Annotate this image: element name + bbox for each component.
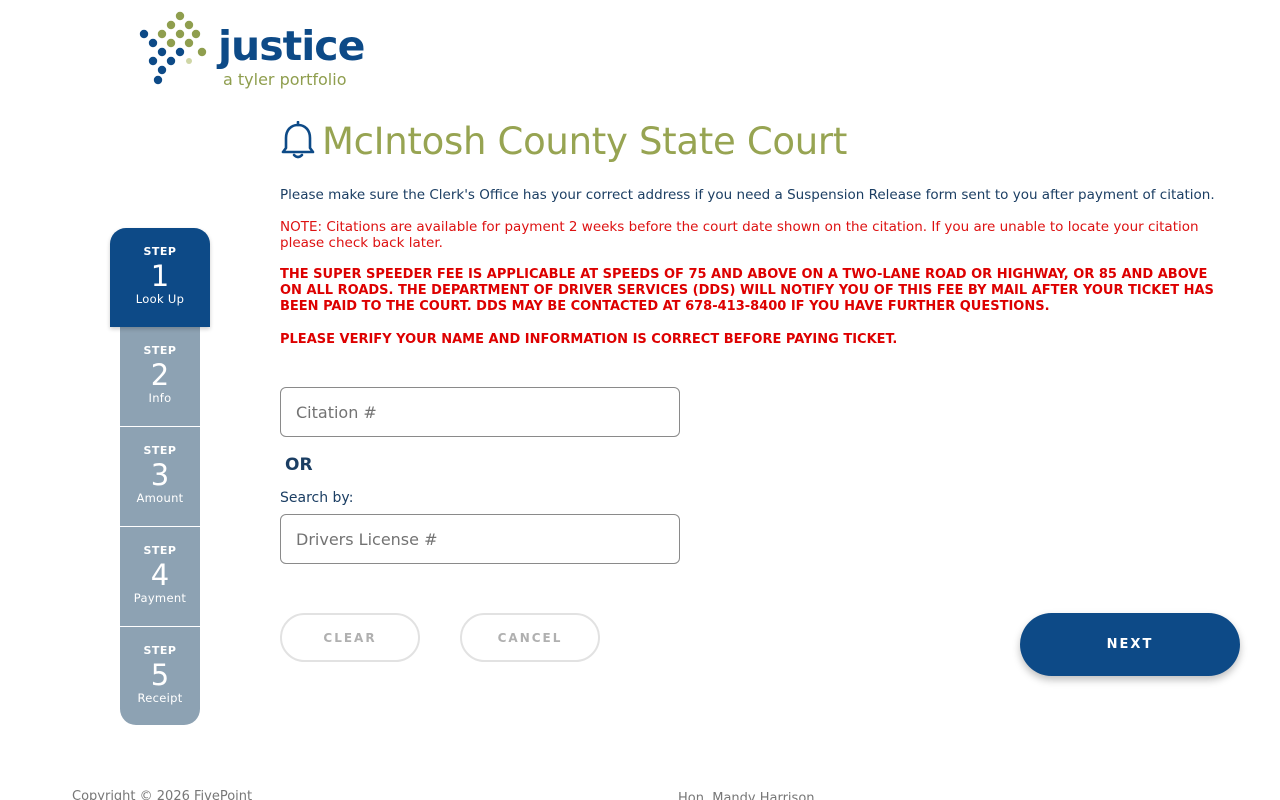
step-word: STEP: [143, 544, 177, 557]
step-word: STEP: [143, 344, 177, 357]
drivers-license-input[interactable]: [280, 514, 680, 564]
search-by-label: Search by:: [280, 490, 354, 506]
step-label: Payment: [133, 591, 187, 605]
step-label: Receipt: [137, 691, 183, 705]
step-label: Amount: [136, 491, 184, 505]
verify-warning: PLEASE VERIFY YOUR NAME AND INFORMATION …: [280, 332, 898, 347]
or-separator: OR: [285, 455, 313, 475]
footer-judge: Hon. Mandy Harrison: [678, 791, 815, 800]
cancel-button[interactable]: CANCEL: [460, 613, 600, 662]
availability-note: NOTE: Citations are available for paymen…: [280, 219, 1199, 251]
page-header: McIntosh County State Court: [280, 116, 847, 166]
step-5-receipt: STEP 5 Receipt: [120, 627, 200, 725]
step-number: 4: [150, 558, 170, 592]
step-number: 2: [150, 358, 170, 392]
logo-wordmark: justice: [218, 22, 365, 70]
page-title: McIntosh County State Court: [322, 119, 848, 163]
bell-icon: [281, 121, 315, 159]
step-word: STEP: [143, 444, 177, 457]
step-word: STEP: [143, 644, 177, 657]
footer-copyright: Copyright © 2026 FivePoint: [72, 789, 253, 800]
step-3-amount: STEP 3 Amount: [120, 427, 200, 527]
step-number: 3: [150, 458, 170, 492]
logo-dots-icon: [139, 11, 207, 85]
clear-button[interactable]: CLEAR: [280, 613, 420, 662]
step-label: Info: [148, 391, 172, 405]
address-notice: Please make sure the Clerk's Office has …: [280, 187, 1215, 203]
super-speeder-warning: THE SUPER SPEEDER FEE IS APPLICABLE AT S…: [280, 267, 1214, 314]
step-number: 5: [150, 658, 170, 692]
step-2-info: STEP 2 Info: [120, 327, 200, 427]
step-word: STEP: [143, 245, 177, 258]
next-button[interactable]: NEXT: [1020, 613, 1240, 676]
step-label: Look Up: [135, 292, 185, 306]
step-number: 1: [150, 259, 170, 293]
logo-subtitle: a tyler portfolio: [223, 70, 347, 89]
step-4-payment: STEP 4 Payment: [120, 527, 200, 627]
citation-number-input[interactable]: [280, 387, 680, 437]
justice-logo[interactable]: justice a tyler portfolio: [134, 8, 365, 94]
step-1-look-up: STEP 1 Look Up: [110, 228, 210, 327]
